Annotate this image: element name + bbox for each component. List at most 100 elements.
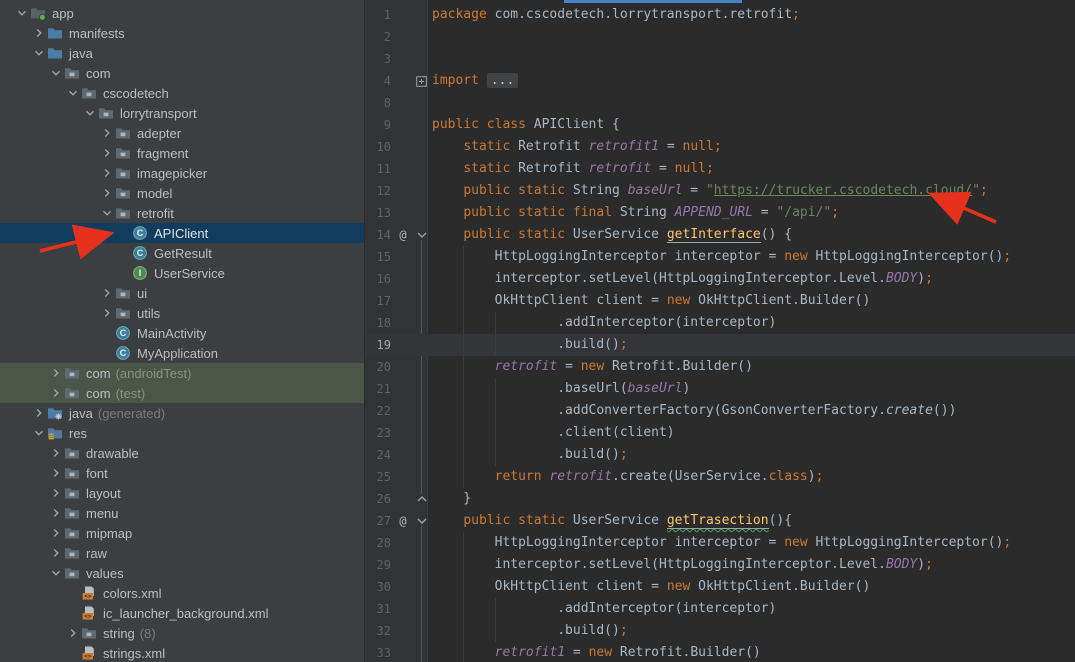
tree-item-raw[interactable]: raw [0,543,364,563]
tree-item-app[interactable]: app [0,3,364,23]
chevron-expanded-icon[interactable] [64,85,81,101]
tree-item-fragment[interactable]: fragment [0,143,364,163]
code-line-23[interactable]: 23 .client(client) [365,422,1075,444]
chevron-collapsed-icon[interactable] [98,165,115,181]
code-line-29[interactable]: 29 interceptor.setLevel(HttpLoggingInter… [365,554,1075,576]
tree-item-getresult[interactable]: CGetResult [0,243,364,263]
chevron-collapsed-icon[interactable] [47,385,64,401]
chevron-collapsed-icon[interactable] [47,485,64,501]
chevron-collapsed-icon[interactable] [47,545,64,561]
chevron-collapsed-icon[interactable] [47,465,64,481]
tree-item-colors-xml[interactable]: <>colors.xml [0,583,364,603]
chevron-collapsed-icon[interactable] [30,405,47,421]
code-line-19[interactable]: 19 .build(); [365,334,1075,356]
line-number: 19 [365,334,391,356]
chevron-collapsed-icon[interactable] [98,145,115,161]
chevron-expanded-icon[interactable] [47,65,64,81]
tree-item-layout[interactable]: layout [0,483,364,503]
code-line-21[interactable]: 21 .baseUrl(baseUrl) [365,378,1075,400]
code-line-10[interactable]: 10 static Retrofit retrofit1 = null; [365,136,1075,158]
tree-item-ui[interactable]: ui [0,283,364,303]
tree-item-strings-xml[interactable]: <>strings.xml [0,643,364,662]
code-line-33[interactable]: 33 retrofit1 = new Retrofit.Builder() [365,642,1075,662]
tree-item-com-androidtest[interactable]: com(androidTest) [0,363,364,383]
chevron-collapsed-icon[interactable] [98,285,115,301]
code-line-1[interactable]: 1package com.cscodetech.lorrytransport.r… [365,4,1075,26]
tree-item-mainactivity[interactable]: CMainActivity [0,323,364,343]
tree-item-drawable[interactable]: drawable [0,443,364,463]
tree-item-utils[interactable]: utils [0,303,364,323]
tree-item-com[interactable]: com [0,63,364,83]
tree-item-res[interactable]: res [0,423,364,443]
chevron-expanded-icon[interactable] [30,45,47,61]
annotation-gutter-icon[interactable]: @ [396,510,410,532]
chevron-collapsed-icon[interactable] [98,185,115,201]
tree-item-com-test[interactable]: com(test) [0,383,364,403]
tree-item-mipmap[interactable]: mipmap [0,523,364,543]
tree-item-menu[interactable]: menu [0,503,364,523]
code-line-28[interactable]: 28 HttpLoggingInterceptor interceptor = … [365,532,1075,554]
tree-item-retrofit[interactable]: retrofit [0,203,364,223]
chevron-collapsed-icon[interactable] [98,305,115,321]
tree-item-lorrytransport[interactable]: lorrytransport [0,103,364,123]
code-line-24[interactable]: 24 .build(); [365,444,1075,466]
chevron-collapsed-icon[interactable] [47,445,64,461]
code-line-2[interactable]: 2 [365,26,1075,48]
code-editor[interactable]: 1package com.cscodetech.lorrytransport.r… [365,0,1075,662]
code-line-15[interactable]: 15 HttpLoggingInterceptor interceptor = … [365,246,1075,268]
chevron-expanded-icon[interactable] [47,565,64,581]
chevron-collapsed-icon[interactable] [64,625,81,641]
code-line-14[interactable]: 14@ public static UserService getInterfa… [365,224,1075,246]
fold-marker-up-icon[interactable] [415,488,428,510]
code-line-25[interactable]: 25 return retrofit.create(UserService.cl… [365,466,1075,488]
code-line-3[interactable]: 3 [365,48,1075,70]
code-line-31[interactable]: 31 .addInterceptor(interceptor) [365,598,1075,620]
line-number: 3 [365,48,391,70]
tree-item-cscodetech[interactable]: cscodetech [0,83,364,103]
code-line-20[interactable]: 20 retrofit = new Retrofit.Builder() [365,356,1075,378]
fold-marker-down-icon[interactable] [415,510,428,532]
code-line-22[interactable]: 22 .addConverterFactory(GsonConverterFac… [365,400,1075,422]
annotation-gutter-icon[interactable]: @ [396,224,410,246]
tree-item-java-generated[interactable]: java(generated) [0,403,364,423]
chevron-expanded-icon[interactable] [13,5,30,21]
chevron-collapsed-icon[interactable] [47,525,64,541]
chevron-collapsed-icon[interactable] [30,25,47,41]
tree-item-userservice[interactable]: IUserService [0,263,364,283]
fold-marker-plus-icon[interactable] [415,70,428,92]
code-line-9[interactable]: 9public class APIClient { [365,114,1075,136]
chevron-expanded-icon[interactable] [30,425,47,441]
tree-item-model[interactable]: model [0,183,364,203]
tree-item-apiclient[interactable]: CAPIClient [0,223,364,243]
code-line-27[interactable]: 27@ public static UserService getTrasect… [365,510,1075,532]
code-line-17[interactable]: 17 OkHttpClient client = new OkHttpClien… [365,290,1075,312]
tree-item-myapplication[interactable]: CMyApplication [0,343,364,363]
tree-item-values[interactable]: values [0,563,364,583]
chevron-collapsed-icon[interactable] [98,125,115,141]
code-line-11[interactable]: 11 static Retrofit retrofit = null; [365,158,1075,180]
project-tree[interactable]: appmanifestsjavacomcscodetechlorrytransp… [0,0,365,662]
line-number: 29 [365,554,391,576]
code-line-18[interactable]: 18 .addInterceptor(interceptor) [365,312,1075,334]
chevron-collapsed-icon[interactable] [47,365,64,381]
chevron-expanded-icon[interactable] [81,105,98,121]
code-line-4[interactable]: 4import ... [365,70,1075,92]
line-number: 24 [365,444,391,466]
tree-item-font[interactable]: font [0,463,364,483]
code-line-32[interactable]: 32 .build(); [365,620,1075,642]
code-line-12[interactable]: 12 public static String baseUrl = "https… [365,180,1075,202]
code-line-26[interactable]: 26 } [365,488,1075,510]
tree-item-imagepicker[interactable]: imagepicker [0,163,364,183]
code-line-30[interactable]: 30 OkHttpClient client = new OkHttpClien… [365,576,1075,598]
fold-marker-down-icon[interactable] [415,224,428,246]
tree-item-ic-launcher-background-xml[interactable]: <>ic_launcher_background.xml [0,603,364,623]
code-line-8[interactable]: 8 [365,92,1075,114]
chevron-expanded-icon[interactable] [98,205,115,221]
chevron-collapsed-icon[interactable] [47,505,64,521]
tree-item-java[interactable]: java [0,43,364,63]
tree-item-manifests[interactable]: manifests [0,23,364,43]
code-line-13[interactable]: 13 public static final String APPEND_URL… [365,202,1075,224]
tree-item-adepter[interactable]: adepter [0,123,364,143]
tree-item-string-8[interactable]: string(8) [0,623,364,643]
code-line-16[interactable]: 16 interceptor.setLevel(HttpLoggingInter… [365,268,1075,290]
